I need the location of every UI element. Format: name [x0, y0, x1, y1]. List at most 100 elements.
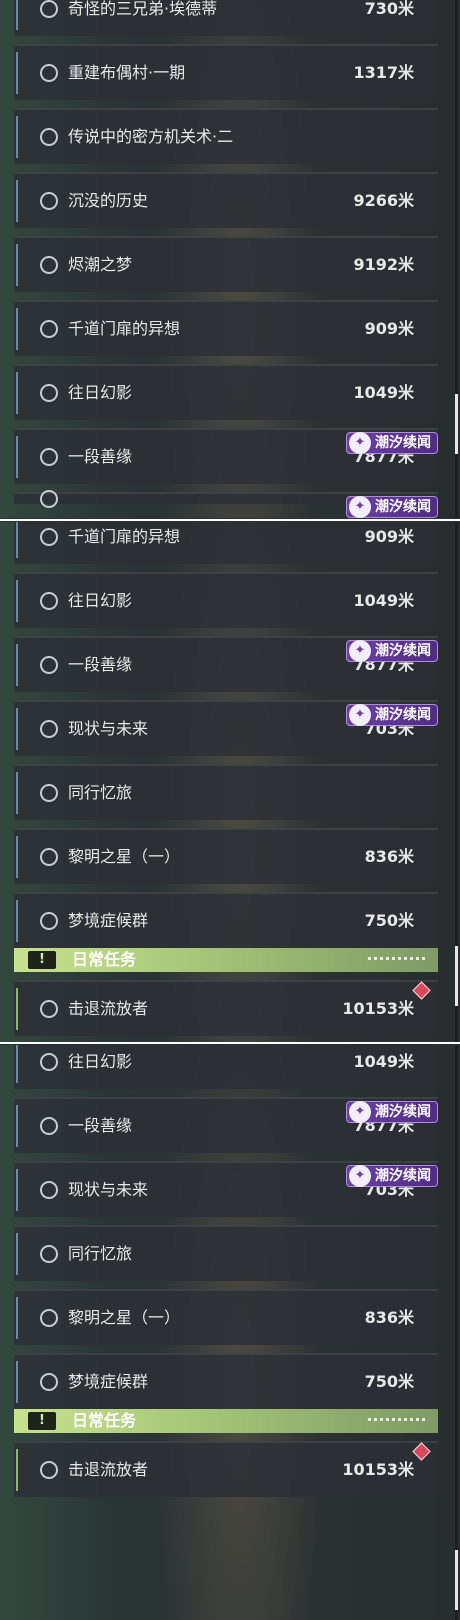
sparkle-icon: ✦ [349, 496, 371, 518]
quest-row[interactable]: ✦ 潮汐续闻 [14, 490, 438, 518]
quest-row[interactable]: 千道门扉的异想 909米 [14, 300, 438, 356]
quest-name: 千道门扉的异想 [68, 527, 181, 546]
quest-row[interactable]: 奇怪的三兄弟·埃德蒂 730米 [14, 0, 438, 36]
tidal-story-tag: ✦ 潮汐续闻 [346, 704, 438, 726]
quest-name: 现状与未来 [68, 1180, 149, 1199]
sparkle-icon: ✦ [349, 640, 371, 662]
sparkle-icon: ✦ [349, 432, 371, 454]
tidal-story-tag: ✦ 潮汐续闻 [346, 1165, 438, 1187]
quest-name: 一段善缘 [68, 1116, 133, 1135]
radio-circle-icon[interactable] [40, 448, 58, 466]
quest-row[interactable]: 传说中的密方机关术·二 [14, 108, 438, 164]
quest-row[interactable]: 现状与未来 703米 ✦ 潮汐续闻 [14, 1161, 438, 1217]
daily-quest-row[interactable]: 击退流放者 10153米 [14, 1441, 438, 1497]
tidal-story-tag: ✦ 潮汐续闻 [346, 432, 438, 454]
radio-circle-icon[interactable] [40, 592, 58, 610]
scrollbar-thumb[interactable] [455, 946, 458, 1006]
quest-row[interactable]: 往日幻影 1049米 [14, 572, 438, 628]
quest-row[interactable]: 沉没的历史 9266米 [14, 172, 438, 228]
quest-name: 同行忆旅 [68, 1244, 133, 1263]
radio-circle-icon[interactable] [40, 0, 58, 18]
quest-row[interactable]: 重建布偶村·一期 1317米 [14, 44, 438, 100]
decorative-fine-print [368, 957, 428, 960]
radio-circle-icon[interactable] [40, 656, 58, 674]
quest-distance: 750米 [364, 911, 414, 930]
tag-label: 潮汐续闻 [375, 1168, 431, 1184]
quest-name: 同行忆旅 [68, 783, 133, 802]
tag-label: 潮汐续闻 [375, 499, 431, 515]
quest-name: 黎明之星（一） [68, 1308, 181, 1327]
quest-distance: 750米 [364, 1372, 414, 1391]
daily-quests-header[interactable]: ! 日常任务 [14, 948, 438, 972]
quest-distance: 10153米 [342, 1460, 414, 1479]
radio-circle-icon[interactable] [40, 490, 58, 508]
quest-row[interactable]: 同行忆旅 [14, 764, 438, 820]
alert-diamond-icon [412, 1442, 431, 1461]
tag-label: 潮汐续闻 [375, 1104, 431, 1120]
tidal-story-tag: ✦ 潮汐续闻 [346, 1101, 438, 1123]
radio-circle-icon[interactable] [40, 912, 58, 930]
quest-row[interactable]: 梦境症候群 750米 [14, 1353, 438, 1409]
screen-separator [0, 519, 460, 521]
daily-quests-header[interactable]: ! 日常任务 [14, 1409, 438, 1433]
sparkle-icon: ✦ [349, 1101, 371, 1123]
radio-circle-icon[interactable] [40, 848, 58, 866]
quest-name: 传说中的密方机关术·二 [68, 127, 234, 146]
tag-label: 潮汐续闻 [375, 643, 431, 659]
radio-circle-icon[interactable] [40, 1309, 58, 1327]
quest-name: 击退流放者 [68, 999, 149, 1018]
tag-label: 潮汐续闻 [375, 707, 431, 723]
radio-circle-icon[interactable] [40, 1000, 58, 1018]
quest-row[interactable]: 黎明之星（一） 836米 [14, 1289, 438, 1345]
tidal-story-tag: ✦ 潮汐续闻 [346, 640, 438, 662]
daily-quest-row[interactable]: 击退流放者 10153米 [14, 980, 438, 1036]
quest-name: 奇怪的三兄弟·埃德蒂 [68, 0, 218, 18]
radio-circle-icon[interactable] [40, 384, 58, 402]
radio-circle-icon[interactable] [40, 1373, 58, 1391]
section-title: 日常任务 [72, 950, 137, 969]
quest-distance: 909米 [364, 527, 414, 546]
quest-row[interactable]: 一段善缘 7877米 ✦ 潮汐续闻 [14, 1097, 438, 1153]
quest-name: 一段善缘 [68, 655, 133, 674]
radio-circle-icon[interactable] [40, 528, 58, 546]
section-title: 日常任务 [72, 1411, 137, 1430]
quest-row[interactable]: 一段善缘 7877米 ✦ 潮汐续闻 [14, 428, 438, 484]
radio-circle-icon[interactable] [40, 128, 58, 146]
quest-distance: 10153米 [342, 999, 414, 1018]
radio-circle-icon[interactable] [40, 720, 58, 738]
radio-circle-icon[interactable] [40, 1245, 58, 1263]
quest-distance: 1317米 [353, 63, 414, 82]
sparkle-icon: ✦ [349, 704, 371, 726]
quest-name: 往日幻影 [68, 591, 133, 610]
quest-row[interactable]: 梦境症候群 750米 [14, 892, 438, 948]
quest-row[interactable]: 烬潮之梦 9192米 [14, 236, 438, 292]
radio-circle-icon[interactable] [40, 1117, 58, 1135]
quest-row[interactable]: 现状与未来 703米 ✦ 潮汐续闻 [14, 700, 438, 756]
radio-circle-icon[interactable] [40, 64, 58, 82]
radio-circle-icon[interactable] [40, 320, 58, 338]
exclamation-icon: ! [28, 1412, 56, 1430]
radio-circle-icon[interactable] [40, 1181, 58, 1199]
quest-row[interactable]: 往日幻影 1049米 [14, 1045, 438, 1089]
scrollbar-thumb[interactable] [455, 394, 458, 454]
quest-name: 一段善缘 [68, 447, 133, 466]
quest-row[interactable]: 千道门扉的异想 909米 [14, 522, 438, 564]
radio-circle-icon[interactable] [40, 256, 58, 274]
quest-row[interactable]: 一段善缘 7877米 ✦ 潮汐续闻 [14, 636, 438, 692]
quest-name: 沉没的历史 [68, 191, 149, 210]
radio-circle-icon[interactable] [40, 784, 58, 802]
decorative-fine-print [368, 1418, 428, 1421]
exclamation-icon: ! [28, 951, 56, 969]
radio-circle-icon[interactable] [40, 1053, 58, 1071]
quest-panel: 奇怪的三兄弟·埃德蒂 730米 重建布偶村·一期 1317米 传说中的密方机关术·二 沉没… [0, 0, 460, 518]
sparkle-icon: ✦ [349, 1165, 371, 1187]
quest-name: 梦境症候群 [68, 1372, 149, 1391]
scrollbar-track[interactable] [455, 1045, 458, 1620]
radio-circle-icon[interactable] [40, 1461, 58, 1479]
scrollbar-thumb[interactable] [455, 1550, 458, 1610]
radio-circle-icon[interactable] [40, 192, 58, 210]
quest-row[interactable]: 黎明之星（一） 836米 [14, 828, 438, 884]
quest-name: 黎明之星（一） [68, 847, 181, 866]
quest-row[interactable]: 同行忆旅 [14, 1225, 438, 1281]
quest-row[interactable]: 往日幻影 1049米 [14, 364, 438, 420]
